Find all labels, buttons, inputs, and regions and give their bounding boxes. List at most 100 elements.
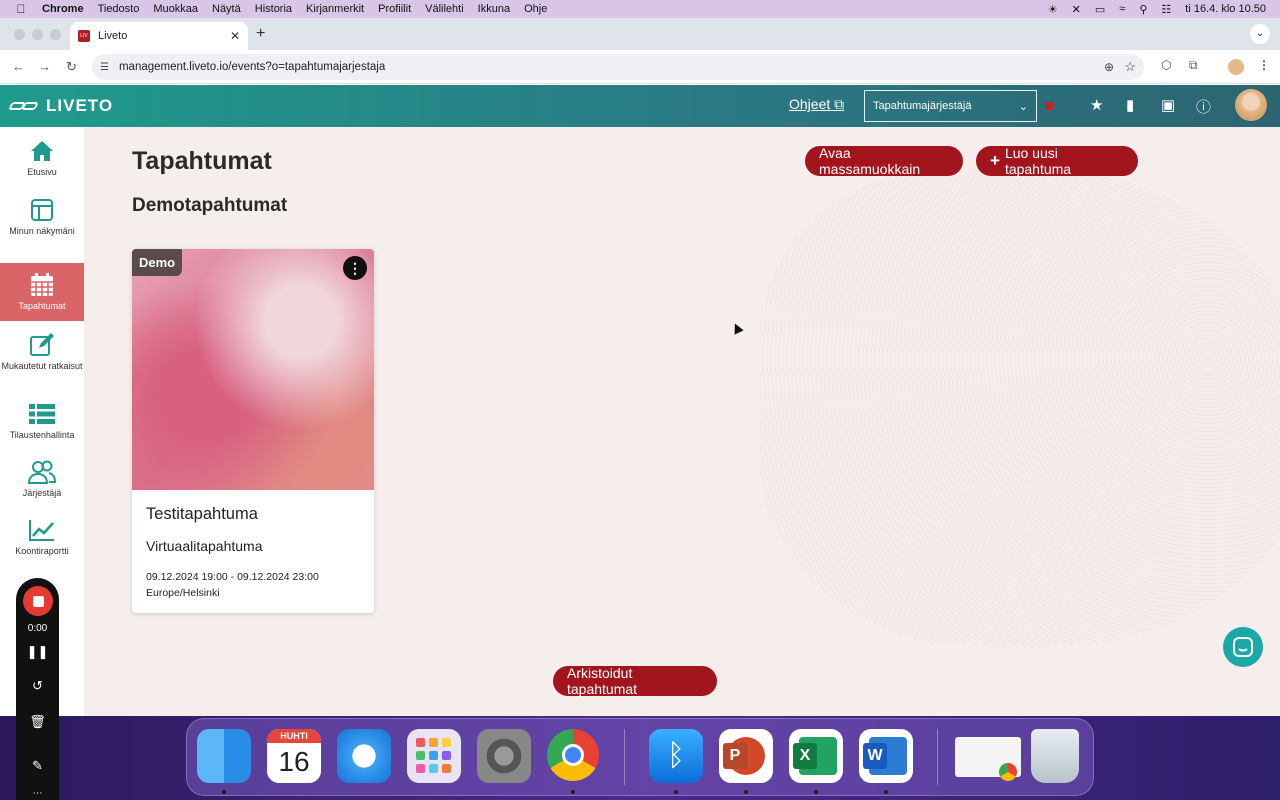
battery-icon[interactable]: ▭ — [1095, 3, 1105, 16]
plus-icon: + — [990, 151, 1000, 170]
wifi-icon[interactable]: ≈ — [1119, 3, 1125, 15]
reload-icon[interactable]: ↻ — [66, 59, 77, 75]
screen-recorder-toolbar: 0:00 ❚❚ ↺ 🗑 ✎ ⋯ — [16, 578, 59, 800]
browser-tab[interactable]: LIV Liveto ✕ — [70, 22, 248, 50]
calendar-app-icon[interactable]: HUHTI 16 — [267, 729, 321, 783]
sidebar-item-events[interactable]: Tapahtumat — [0, 263, 84, 321]
back-icon[interactable]: ← — [12, 59, 25, 74]
recent-document-thumbnail[interactable] — [955, 737, 1021, 781]
menu-history[interactable]: Historia — [255, 3, 292, 15]
sidebar-item-label: Etusivu — [27, 167, 57, 177]
recording-timer: 0:00 — [27, 623, 48, 634]
menu-profiles[interactable]: Profiilit — [378, 3, 411, 15]
sidebar-item-summary-report[interactable]: Koontiraportti — [0, 518, 84, 568]
bookmark-star-icon[interactable]: ☆ — [1124, 59, 1136, 75]
favorites-star-icon[interactable]: ★ — [1090, 96, 1103, 114]
system-settings-icon[interactable] — [477, 729, 531, 783]
menu-view[interactable]: Näytä — [212, 3, 241, 15]
bookmark-icon[interactable]: ▮ — [1126, 96, 1134, 114]
chat-launcher-button[interactable] — [1223, 627, 1263, 667]
sidebar-item-home[interactable]: Etusivu — [0, 139, 84, 189]
menu-file[interactable]: Tiedosto — [98, 3, 140, 15]
site-info-icon[interactable]: ☰ — [100, 62, 109, 73]
menu-edit[interactable]: Muokkaa — [153, 3, 198, 15]
close-tab-icon[interactable]: ✕ — [230, 29, 240, 43]
browser-window: LIV Liveto ✕ + ⌄ ← → ↻ ☰ management.live… — [0, 18, 1280, 716]
profile-avatar-icon[interactable] — [1228, 59, 1244, 75]
external-link-icon: ⧉ — [834, 96, 845, 112]
organizer-select[interactable]: Tapahtumajärjestäjä ⌄ — [864, 90, 1037, 122]
background-wave-pattern — [760, 167, 1280, 647]
liveto-logo[interactable]: LIVETO — [8, 96, 113, 116]
pause-icon[interactable]: ❚❚ — [16, 644, 59, 660]
minimize-window-button[interactable] — [32, 29, 43, 40]
chrome-icon[interactable] — [547, 729, 599, 781]
info-icon[interactable]: ⓘ — [1196, 96, 1211, 117]
safari-icon[interactable] — [337, 729, 391, 783]
tab-title: Liveto — [98, 30, 128, 42]
running-indicator — [884, 790, 888, 794]
chart-icon — [0, 518, 84, 542]
more-options-icon[interactable]: ⋮ — [343, 256, 367, 280]
user-avatar[interactable] — [1235, 89, 1267, 121]
extension-icon[interactable]: ⬡ — [1161, 58, 1171, 72]
url-bar[interactable]: ☰ management.liveto.io/events?o=tapahtum… — [92, 54, 1144, 80]
macos-dock: HUHTI 16 ᛒ P X W — [186, 718, 1094, 796]
forward-icon[interactable]: → — [38, 59, 51, 74]
spotlight-icon[interactable]: ⚲ — [1139, 3, 1147, 16]
powerpoint-icon[interactable]: P — [719, 729, 773, 783]
menu-bookmarks[interactable]: Kirjanmerkit — [306, 3, 364, 15]
archived-events-button[interactable]: Arkistoidut tapahtumat — [553, 665, 717, 697]
close-window-button[interactable] — [14, 29, 25, 40]
menu-chrome[interactable]: Chrome — [42, 3, 84, 15]
stop-recording-button[interactable] — [23, 586, 53, 616]
excel-icon[interactable]: X — [789, 729, 843, 783]
sidebar-item-label: Tilaustenhallinta — [9, 430, 75, 440]
finder-icon[interactable] — [197, 729, 251, 783]
calendar-month: HUHTI — [267, 729, 321, 743]
menu-window[interactable]: Ikkuna — [478, 3, 510, 15]
browser-menu-icon[interactable]: ⋮ — [1258, 58, 1270, 72]
running-indicator — [744, 790, 748, 794]
sidebar-item-my-view[interactable]: Minun näkymäni — [0, 198, 84, 250]
word-icon[interactable]: W — [859, 729, 913, 783]
delete-icon[interactable]: 🗑 — [16, 714, 59, 730]
sidebar-item-organizer[interactable]: Järjestäjä — [0, 460, 84, 510]
more-icon[interactable]: ⋯ — [16, 788, 59, 799]
running-indicator — [674, 790, 678, 794]
chevron-down-icon: ⌄ — [1018, 100, 1028, 113]
apple-icon[interactable]:  — [14, 2, 28, 16]
launchpad-icon[interactable] — [407, 729, 461, 783]
tab-search-icon[interactable]: ⌄ — [1250, 24, 1270, 44]
layout-icon — [0, 198, 84, 222]
sidebar-item-orders[interactable]: Tilaustenhallinta — [0, 402, 84, 452]
restart-icon[interactable]: ↺ — [16, 678, 59, 694]
page-title: Tapahtumat — [132, 147, 272, 175]
draw-pencil-icon[interactable]: ✎ — [16, 758, 59, 774]
dock-separator — [624, 729, 625, 785]
event-type: Virtuaalitapahtuma — [146, 538, 263, 554]
control-center-icon[interactable]: ☷ — [1161, 3, 1171, 16]
menu-help[interactable]: Ohje — [524, 3, 547, 15]
event-card[interactable]: Demo ⋮ Testitapahtuma Virtuaalitapahtuma… — [132, 249, 374, 613]
running-indicator — [222, 790, 226, 794]
trash-icon[interactable] — [1031, 729, 1079, 783]
menubar-clock[interactable]: ti 16.4. klo 10.50 — [1185, 3, 1266, 15]
zoom-icon[interactable]: ⊕ — [1104, 60, 1114, 74]
sidebar-item-custom-solutions[interactable]: Mukautetut ratkaisut — [0, 333, 84, 391]
menubar-status: ☀ ✕ ▭ ≈ ⚲ ☷ ti 16.4. klo 10.50 — [1048, 0, 1266, 18]
new-tab-icon[interactable]: + — [256, 25, 265, 43]
bulk-edit-button[interactable]: Avaa massamuokkain — [805, 145, 963, 177]
url-text[interactable]: management.liveto.io/events?o=tapahtumaj… — [119, 61, 385, 73]
bluetooth-app-icon[interactable]: ᛒ — [649, 729, 703, 783]
window-controls — [14, 29, 61, 40]
bluetooth-icon[interactable]: ✕ — [1072, 3, 1081, 16]
running-indicator — [814, 790, 818, 794]
zoom-window-button[interactable] — [50, 29, 61, 40]
brightness-icon[interactable]: ☀ — [1048, 3, 1058, 16]
extensions-puzzle-icon[interactable]: ⧉ — [1189, 58, 1198, 73]
menu-tab[interactable]: Välilehti — [425, 3, 464, 15]
create-event-button[interactable]: + Luo uusi tapahtuma — [976, 145, 1138, 177]
help-link[interactable]: Ohjeet ⧉ — [789, 96, 844, 113]
feedback-icon[interactable]: ▣ — [1161, 96, 1175, 114]
